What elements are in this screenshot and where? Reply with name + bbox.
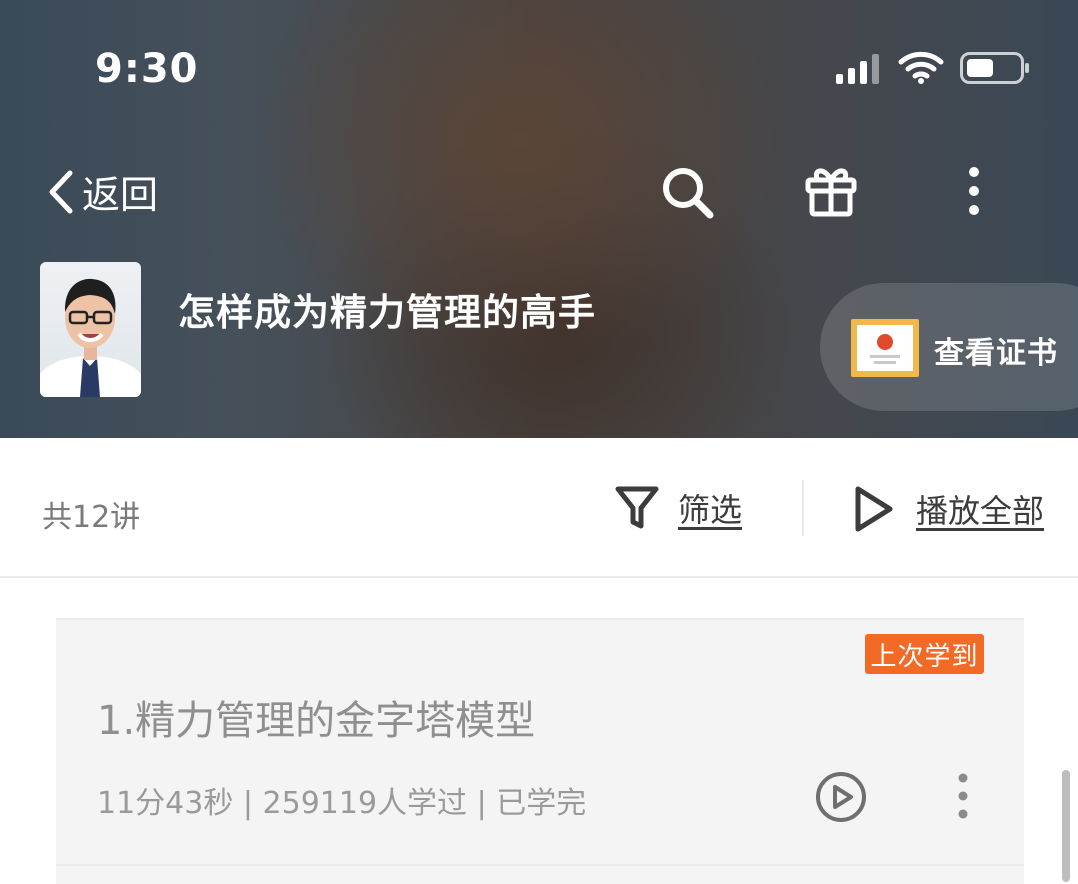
- signal-icon: [836, 54, 879, 84]
- lesson-meta: 11分43秒 | 259119人学过 | 已学完: [97, 786, 587, 821]
- wifi-icon: [898, 51, 944, 84]
- filter-icon: [615, 486, 659, 529]
- more-vertical-icon[interactable]: [962, 166, 986, 216]
- lesson-more-icon[interactable]: [954, 772, 972, 822]
- last-studied-badge: 上次学到: [865, 634, 984, 674]
- back-button[interactable]: 返回: [46, 164, 158, 219]
- back-label: 返回: [82, 173, 159, 217]
- card-divider: [56, 864, 1024, 866]
- play-icon: [855, 486, 893, 532]
- filter-button[interactable]: 筛选: [614, 484, 742, 532]
- certificate-icon: [851, 319, 919, 377]
- lesson-title[interactable]: 1.精力管理的金字塔模型: [97, 688, 535, 746]
- toolbar-divider: [802, 480, 804, 536]
- search-icon[interactable]: [660, 165, 716, 219]
- course-title: 怎样成为精力管理的高手: [178, 291, 596, 334]
- status-time: 9:30: [95, 46, 199, 92]
- play-all-button[interactable]: 播放全部: [852, 484, 1044, 534]
- view-certificate-label[interactable]: 查看证书: [934, 328, 1058, 372]
- section-divider: [0, 576, 1078, 578]
- instructor-avatar: [40, 262, 141, 397]
- lesson-count: 共12讲: [42, 500, 141, 535]
- battery-icon: [960, 52, 1029, 84]
- lesson-play-icon[interactable]: [814, 770, 868, 824]
- course-header: 9:30 返回 怎样成为精力管理的高手 查看证书: [0, 0, 1078, 438]
- play-all-label[interactable]: 播放全部: [916, 486, 1044, 532]
- gift-icon[interactable]: [804, 164, 858, 218]
- scrollbar[interactable]: [1062, 770, 1070, 882]
- chevron-left-icon: [49, 170, 73, 213]
- filter-label[interactable]: 筛选: [678, 485, 742, 531]
